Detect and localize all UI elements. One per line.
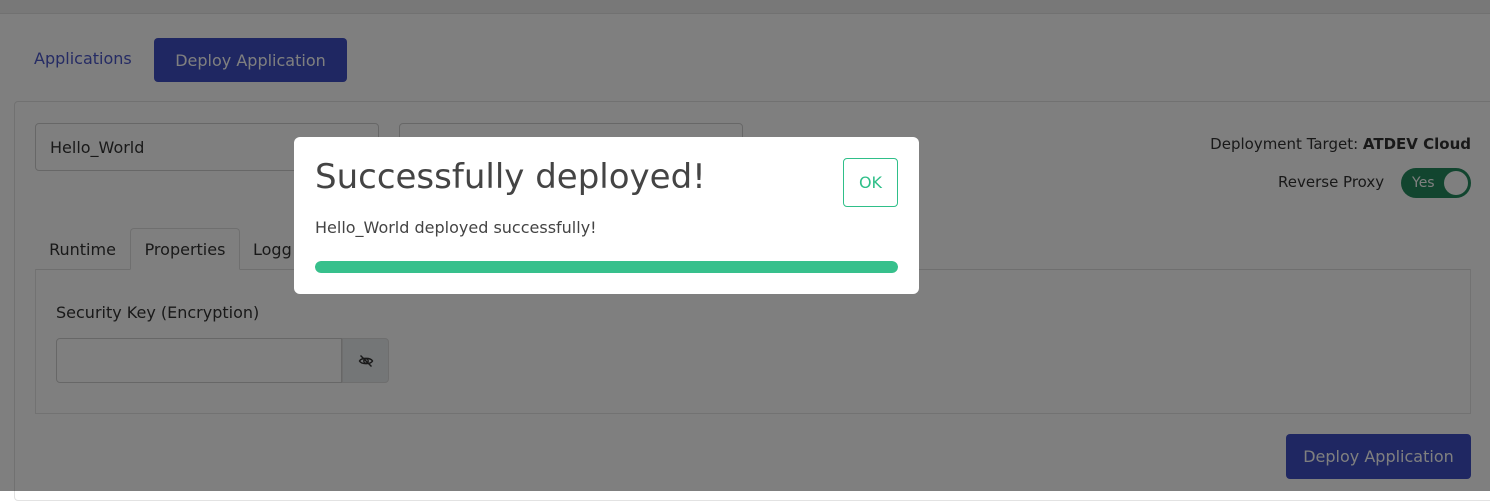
deploy-progress-bar	[315, 261, 898, 273]
modal-message: Hello_World deployed successfully!	[315, 218, 597, 237]
page: Applications Deploy Application Hello_Wo…	[0, 0, 1490, 501]
ok-button[interactable]: OK	[843, 158, 898, 207]
modal-title: Successfully deployed!	[315, 157, 706, 197]
deploy-progress-fill	[315, 261, 898, 273]
success-modal: Successfully deployed! OK Hello_World de…	[294, 137, 919, 294]
